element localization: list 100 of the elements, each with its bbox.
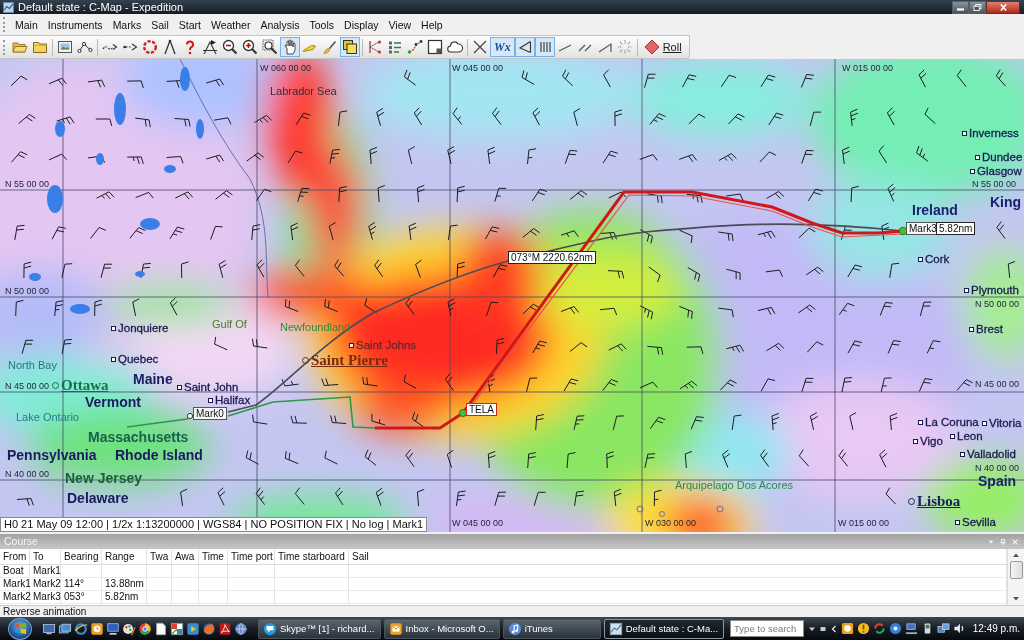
column-header[interactable]: Time port <box>228 549 275 564</box>
chart-app-icon <box>608 621 623 636</box>
network-globe-icon[interactable] <box>234 621 248 636</box>
roll-button[interactable]: Roll <box>639 37 686 57</box>
town-marker-icon <box>177 384 182 390</box>
menu-item[interactable]: Help <box>416 17 448 32</box>
show-desktop-icon[interactable] <box>42 621 56 636</box>
ruler-button[interactable] <box>200 37 220 57</box>
layers-button[interactable] <box>340 37 360 57</box>
picture-icon[interactable] <box>170 621 184 636</box>
pdf-icon[interactable] <box>218 621 232 636</box>
media-player-icon[interactable] <box>186 621 200 636</box>
close-button[interactable] <box>986 0 1020 14</box>
mark-dot-icon <box>898 226 908 236</box>
menu-item[interactable]: Display <box>339 17 384 32</box>
minimize-button[interactable] <box>952 0 969 14</box>
frame-icon <box>427 39 443 55</box>
network-icon[interactable] <box>936 622 950 635</box>
lake <box>140 218 160 230</box>
sync-icon[interactable] <box>872 622 886 635</box>
scroll-down-icon[interactable] <box>1011 595 1021 603</box>
capital-label: Saint Pierre <box>311 352 388 369</box>
menu-item[interactable]: Analysis <box>255 17 305 32</box>
browser-icon[interactable] <box>74 621 88 636</box>
flag-icon <box>13 622 27 635</box>
scrollbar[interactable] <box>1007 549 1024 605</box>
scroll-thumb[interactable] <box>1009 561 1023 579</box>
dashed-route-icon <box>407 39 423 55</box>
computer-icon[interactable] <box>106 621 120 636</box>
picture-icon <box>57 39 73 55</box>
menu-item[interactable]: Main <box>10 17 43 32</box>
zoom-box-button[interactable] <box>260 37 280 57</box>
town-marker-icon <box>969 326 974 332</box>
column-header[interactable]: Bearing <box>61 549 102 564</box>
clock-icon[interactable] <box>840 622 854 635</box>
table-cell: Boat <box>0 565 30 577</box>
target-button[interactable] <box>140 37 160 57</box>
capital-label: Lisboa <box>917 493 961 510</box>
column-header[interactable]: To <box>30 549 61 564</box>
globe-icon[interactable] <box>202 621 216 636</box>
start-button[interactable] <box>8 617 32 640</box>
paint-palette-icon[interactable] <box>122 621 136 636</box>
taskbar-button[interactable]: iTunes <box>502 618 601 639</box>
region-label: New Jersey <box>65 471 143 487</box>
menu-item[interactable]: View <box>383 17 417 32</box>
water-label: Newfoundland <box>280 321 351 334</box>
menu-item[interactable]: Tools <box>304 17 340 32</box>
menu-item[interactable]: Weather <box>205 17 256 32</box>
frame-button[interactable] <box>425 37 445 57</box>
search-field[interactable]: Type to search <box>730 620 805 637</box>
taskbar-button[interactable]: Skype™ [1] - richard... <box>258 618 381 639</box>
info-icon[interactable] <box>888 622 902 635</box>
column-header[interactable]: From <box>0 549 30 564</box>
grid-coordinate-label: W 030 00 00 <box>645 518 697 528</box>
island-outline <box>636 505 644 513</box>
grip-handle[interactable] <box>3 39 6 55</box>
lake <box>164 165 176 173</box>
scroll-up-icon[interactable] <box>1011 551 1021 559</box>
town-marker-icon <box>918 256 923 262</box>
column-header[interactable]: Awa <box>172 549 199 564</box>
dividers-icon <box>162 39 178 55</box>
network-user-icon[interactable] <box>904 622 918 635</box>
chevron-left-icon[interactable] <box>829 624 838 633</box>
town-marker-icon <box>918 419 923 425</box>
wx-button[interactable]: Wx <box>490 37 515 57</box>
column-header[interactable]: Time <box>199 549 228 564</box>
pan-button[interactable] <box>280 37 300 57</box>
grid-coordinate-label: N 55 00 00 <box>5 179 50 189</box>
switch-windows-icon[interactable] <box>58 621 72 636</box>
city-label: Inverness <box>969 127 1019 140</box>
region-label: King <box>990 195 1022 211</box>
column-header[interactable]: Twa <box>147 549 172 564</box>
sparkle-icon <box>616 39 633 55</box>
zoom-in-button[interactable] <box>240 37 260 57</box>
color-wheel-icon[interactable] <box>138 621 152 636</box>
town-marker-icon <box>970 168 975 174</box>
route-points-button[interactable] <box>405 37 425 57</box>
clock-text[interactable]: 12:49 p.m. <box>972 623 1020 634</box>
menu-item[interactable]: Start <box>173 17 206 32</box>
taskbar-button[interactable]: Inbox - Microsoft O... <box>383 618 500 639</box>
city-label: Jonquiere <box>118 322 169 335</box>
route-nodes-icon <box>367 39 383 55</box>
lake <box>70 304 90 314</box>
column-header[interactable]: Time starboard <box>275 549 349 564</box>
document-icon[interactable] <box>154 621 168 636</box>
menu-item[interactable]: Instruments <box>42 17 108 32</box>
restore-button[interactable] <box>969 0 986 14</box>
column-header[interactable]: Range <box>102 549 147 564</box>
boat-dot-icon <box>459 409 467 417</box>
grid-coordinate-label: W 015 00 00 <box>838 518 890 528</box>
menu-item[interactable]: Sail <box>146 17 174 32</box>
menu-item[interactable]: Marks <box>107 17 147 32</box>
zoom-out-button[interactable] <box>220 37 240 57</box>
wedge-button[interactable] <box>514 37 535 57</box>
volume-icon[interactable] <box>952 622 966 635</box>
grip-handle[interactable] <box>3 17 6 32</box>
mail-icon <box>388 621 403 636</box>
warning-icon[interactable] <box>856 622 870 635</box>
calendar-clock-icon[interactable] <box>90 621 104 636</box>
taskbar-button[interactable]: Default state : C-Ma... <box>603 618 725 639</box>
